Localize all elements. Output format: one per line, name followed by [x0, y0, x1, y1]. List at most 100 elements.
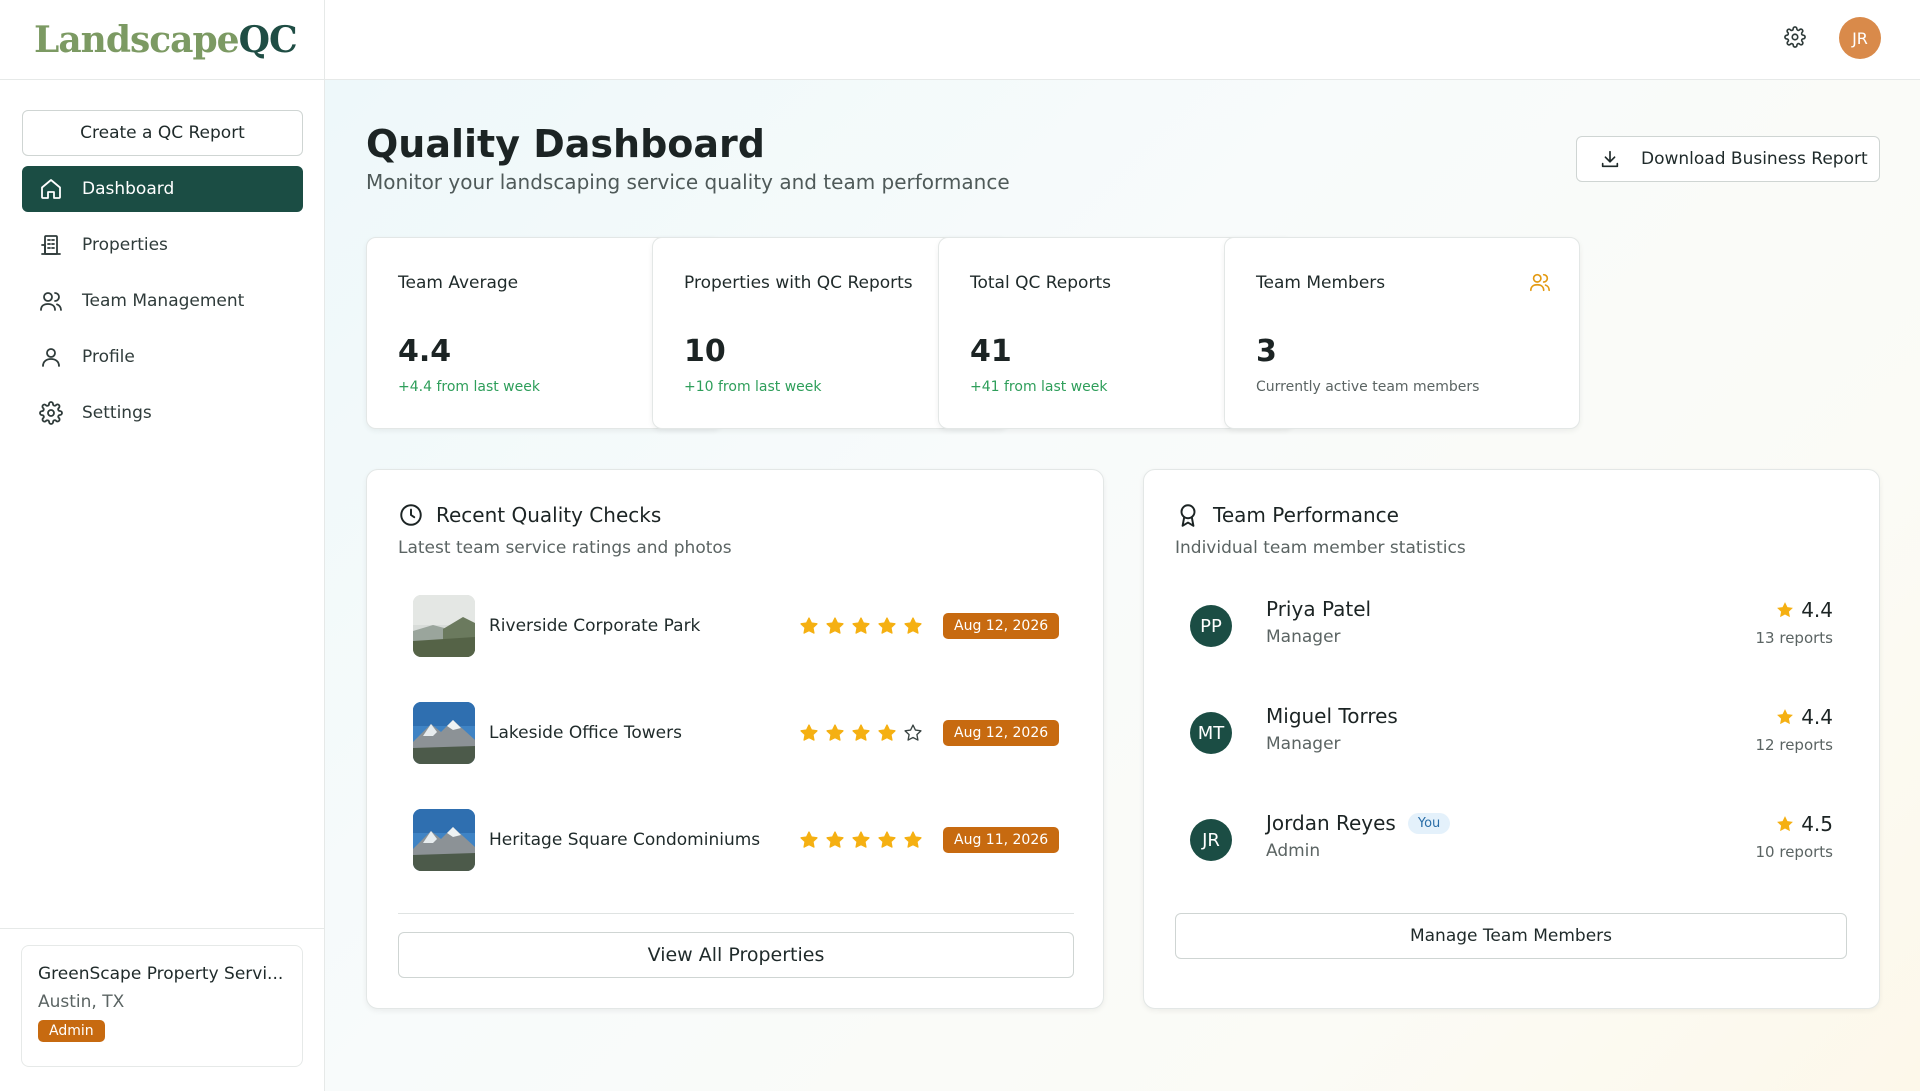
star-filled-icon	[877, 723, 897, 743]
star-filled-icon	[877, 830, 897, 850]
stat-card-team-members: Team Members 3 Currently active team mem…	[1224, 237, 1580, 429]
report-count: 12 reports	[1755, 736, 1833, 754]
panel-title: Recent Quality Checks	[398, 502, 661, 528]
member-rating: 4.5	[1775, 812, 1833, 836]
rating-value: 4.5	[1801, 812, 1833, 836]
star-filled-icon	[799, 616, 819, 636]
download-icon	[1601, 150, 1619, 168]
date-badge: Aug 12, 2026	[943, 613, 1060, 639]
organization-card[interactable]: GreenScape Property Servi... Austin, TX …	[21, 945, 303, 1067]
sidebar-item-dashboard[interactable]: Dashboard	[22, 166, 303, 212]
quality-check-row[interactable]: Heritage Square Condominiums Aug 11, 202…	[413, 809, 1063, 871]
users-icon	[38, 288, 64, 314]
app-logo[interactable]: LandscapeQC	[34, 18, 298, 61]
member-role: Manager	[1266, 734, 1341, 754]
app-root: LandscapeQC Create a QC Report Dashboard…	[0, 0, 1920, 1091]
property-name: Heritage Square Condominiums	[489, 830, 761, 850]
property-photo	[413, 809, 475, 871]
stat-value: 4.4	[398, 334, 452, 369]
star-filled-icon	[877, 616, 897, 636]
panel-title: Team Performance	[1175, 502, 1399, 528]
member-rating: 4.4	[1775, 705, 1833, 729]
organization-location: Austin, TX	[38, 992, 125, 1012]
panel-subtitle: Individual team member statistics	[1175, 538, 1466, 558]
manage-team-members-button[interactable]: Manage Team Members	[1175, 913, 1847, 959]
top-bar: JR	[325, 0, 1920, 80]
report-count: 10 reports	[1755, 843, 1833, 861]
logo-area: LandscapeQC	[0, 0, 324, 80]
main-content: Quality Dashboard Monitor your landscapi…	[325, 80, 1920, 1091]
property-photo	[413, 702, 475, 764]
sidebar-item-label: Properties	[82, 235, 168, 255]
member-name: Jordan Reyes You	[1266, 811, 1451, 835]
sidebar-item-label: Team Management	[82, 291, 245, 311]
organization-name: GreenScape Property Servi...	[38, 964, 284, 984]
star-filled-icon	[851, 830, 871, 850]
stat-note: +41 from last week	[970, 379, 1108, 395]
star-filled-icon	[903, 616, 923, 636]
home-icon	[38, 176, 64, 202]
view-all-properties-button[interactable]: View All Properties	[398, 932, 1074, 978]
stat-label: Properties with QC Reports	[684, 273, 913, 293]
quality-check-row[interactable]: Lakeside Office Towers Aug 12, 2026	[413, 702, 1063, 764]
member-name: Miguel Torres	[1266, 704, 1398, 728]
award-icon	[1180, 504, 1196, 527]
clock-icon	[400, 504, 422, 526]
organization-section: GreenScape Property Servi... Austin, TX …	[0, 928, 324, 1091]
star-icon	[1777, 816, 1794, 832]
download-button-label: Download Business Report	[1641, 149, 1868, 169]
settings-gear-icon[interactable]	[1784, 26, 1810, 52]
star-filled-icon	[851, 616, 871, 636]
role-badge: Admin	[38, 1020, 105, 1042]
page-title: Quality Dashboard	[366, 122, 765, 166]
team-member-row[interactable]: JR Jordan Reyes You Admin 4.5 10 reports	[1190, 809, 1833, 871]
user-icon	[38, 344, 64, 370]
sidebar-nav: Create a QC Report Dashboard Properties …	[0, 80, 324, 436]
star-empty-icon	[903, 723, 923, 743]
stat-label: Team Members	[1256, 273, 1386, 293]
avatar: PP	[1190, 605, 1232, 647]
logo-text: Landscape	[34, 18, 240, 61]
rating-value: 4.4	[1801, 705, 1833, 729]
star-filled-icon	[825, 616, 845, 636]
avatar: JR	[1190, 819, 1232, 861]
property-photo	[413, 595, 475, 657]
gear-icon	[38, 400, 64, 426]
divider	[398, 913, 1074, 914]
star-rating	[799, 830, 923, 850]
team-performance-panel: Team Performance Individual team member …	[1143, 469, 1880, 1009]
date-badge: Aug 11, 2026	[943, 827, 1060, 853]
users-icon	[1529, 271, 1551, 293]
team-member-row[interactable]: PP Priya Patel Manager 4.4 13 reports	[1190, 595, 1833, 657]
member-name-text: Priya Patel	[1266, 597, 1372, 621]
sidebar-item-profile[interactable]: Profile	[22, 334, 303, 380]
stat-value: 10	[684, 334, 726, 369]
star-icon	[1777, 709, 1794, 725]
sidebar-item-team-management[interactable]: Team Management	[22, 278, 303, 324]
property-name: Lakeside Office Towers	[489, 723, 682, 743]
stat-note: Currently active team members	[1256, 379, 1480, 395]
star-icon	[1777, 602, 1794, 618]
create-qc-report-button[interactable]: Create a QC Report	[22, 110, 303, 156]
avatar: MT	[1190, 712, 1232, 754]
property-name: Riverside Corporate Park	[489, 616, 701, 636]
sidebar-item-properties[interactable]: Properties	[22, 222, 303, 268]
download-business-report-button[interactable]: Download Business Report	[1576, 136, 1880, 182]
star-filled-icon	[903, 830, 923, 850]
panel-subtitle: Latest team service ratings and photos	[398, 538, 732, 558]
logo-qc-text: QC	[238, 18, 298, 61]
team-member-row[interactable]: MT Miguel Torres Manager 4.4 12 reports	[1190, 702, 1833, 764]
stat-note: +10 from last week	[684, 379, 822, 395]
you-badge: You	[1407, 812, 1451, 834]
member-rating: 4.4	[1775, 598, 1833, 622]
sidebar-item-settings[interactable]: Settings	[22, 390, 303, 436]
star-rating	[799, 723, 923, 743]
user-avatar[interactable]: JR	[1839, 17, 1881, 59]
report-count: 13 reports	[1755, 629, 1833, 647]
star-filled-icon	[799, 723, 819, 743]
stat-value: 41	[970, 334, 1012, 369]
star-filled-icon	[825, 830, 845, 850]
date-badge: Aug 12, 2026	[943, 720, 1060, 746]
star-rating	[799, 616, 923, 636]
quality-check-row[interactable]: Riverside Corporate Park Aug 12, 2026	[413, 595, 1063, 657]
